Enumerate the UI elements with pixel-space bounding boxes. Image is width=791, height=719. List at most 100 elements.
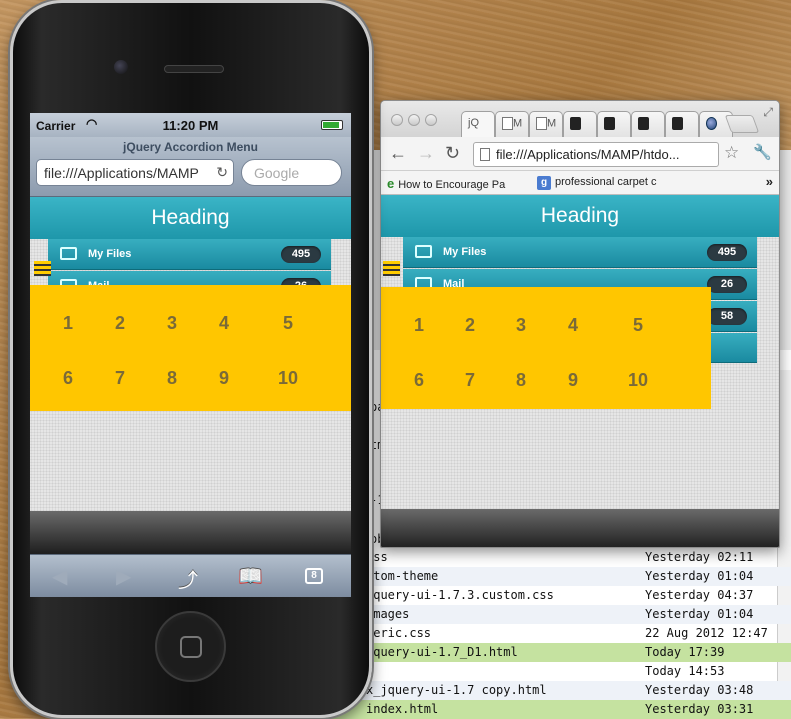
home-square-icon [180,636,202,658]
number-cell[interactable]: 9 [209,368,239,389]
number-cell[interactable]: 3 [157,313,187,334]
app-header: Heading [381,195,779,237]
bookmarks-book-icon[interactable]: 📖 [238,564,263,589]
number-cell[interactable]: 2 [105,313,135,334]
close-window-button[interactable] [391,114,403,126]
minimize-window-button[interactable] [408,114,420,126]
search-field[interactable]: Google [241,159,342,186]
google-icon: g [537,176,551,190]
pirate-favicon-icon [604,117,615,130]
back-arrow-icon[interactable]: ← [389,143,407,164]
browser-tab[interactable] [665,111,699,137]
number-cell[interactable]: 2 [455,315,485,336]
number-overlay: 1 2 3 4 5 6 7 8 9 10 [381,287,711,409]
finder-row[interactable]: images Yesterday 01:04 [300,605,791,624]
page-title: jQuery Accordion Menu [123,140,258,154]
number-cell[interactable]: 5 [273,313,303,334]
iphone-screen: Carrier ◠ 11:20 PM jQuery Accordion Menu… [30,113,351,597]
window-controls [391,113,442,131]
accordion-item-my-files[interactable]: My Files 495 [403,237,757,268]
wrench-menu-icon[interactable]: 🔧 [753,143,772,161]
reload-icon[interactable]: ↻ [445,143,460,164]
bookmark-item[interactable]: e How to Encourage Pa [387,176,505,191]
forward-arrow-icon[interactable]: → [417,143,435,164]
file-date: Yesterday 01:04 [645,607,754,621]
tab-strip: jQ M M ⤢ [381,101,779,137]
battery-icon [321,120,343,130]
app-footer [381,509,779,547]
bookmark-star-icon[interactable]: ☆ [724,143,739,163]
file-date: Yesterday 02:11 [645,550,754,564]
file-name: x_jquery-ui-1.7 copy.html [366,683,547,697]
number-cell[interactable]: 7 [455,370,485,391]
file-name: neric.css [366,626,432,640]
home-button[interactable] [155,611,226,682]
number-cell[interactable]: 3 [506,315,536,336]
clock: 11:20 PM [162,118,219,133]
bookmarks-overflow-button[interactable]: » [766,174,773,189]
address-bar[interactable]: file:///Applications/MAMP/htdo... [473,142,719,167]
back-arrow-icon[interactable]: ◀ [52,564,67,589]
browser-tab[interactable]: M [529,111,563,137]
app-header: Heading [30,197,351,239]
finder-row[interactable]: stom-theme Yesterday 01:04 [300,567,791,586]
finder-row[interactable]: neric.css 22 Aug 2012 12:47 [300,624,791,643]
number-cell[interactable]: 8 [157,368,187,389]
accordion-item-my-files[interactable]: My Files 495 [48,239,331,270]
zoom-window-button[interactable] [425,114,437,126]
tab-title: M [547,117,557,130]
pages-icon[interactable]: 8 [305,568,323,584]
browser-toolbar: ← → ↻ file:///Applications/MAMP/htdo... … [381,137,779,171]
file-date: Today 14:53 [645,664,725,678]
safari-address-area: jQuery Accordion Menu file:///Applicatio… [30,137,351,197]
share-icon[interactable]: ⤴ [178,564,198,593]
iphone-simulator: Carrier ◠ 11:20 PM jQuery Accordion Menu… [10,0,372,718]
number-cell[interactable]: 6 [53,368,83,389]
finder-row[interactable]: s Today 14:53 [300,662,791,681]
finder-row[interactable]: x_jquery-ui-1.7 copy.html Yesterday 03:4… [300,681,791,700]
browser-tab[interactable]: M [495,111,529,137]
file-date: Yesterday 04:37 [645,588,754,602]
number-cell[interactable]: 4 [558,315,588,336]
pirate-favicon-icon [672,117,683,130]
number-cell[interactable]: 10 [273,368,303,389]
page-doc-icon [480,148,490,161]
finder-row[interactable]: jquery-ui-1.7.3.custom.css Yesterday 04:… [300,586,791,605]
ie-icon: e [387,176,395,191]
finder-row[interactable]: jquery-ui-1.7_D1.html Today 17:39 [300,643,791,662]
fullscreen-icon[interactable]: ⤢ [763,105,773,120]
grid-menu-icon[interactable] [34,261,51,276]
grid-menu-icon[interactable] [383,261,400,276]
reload-icon[interactable]: ↻ [216,164,228,181]
file-name: jquery-ui-1.7_D1.html [366,645,518,659]
number-cell[interactable]: 5 [623,315,653,336]
finder-row[interactable]: css Yesterday 02:11 [300,548,791,567]
number-cell[interactable]: 8 [506,370,536,391]
browser-tab[interactable] [563,111,597,137]
browser-tab[interactable] [631,111,665,137]
count-badge: 26 [707,276,747,293]
finder-row[interactable]: index.html Yesterday 03:31 [300,700,791,719]
bookmark-label: professional carpet c [555,176,657,188]
number-cell[interactable]: 10 [623,370,653,391]
tab-title: jQ [468,117,479,129]
url-field[interactable]: file:///Applications/MAMP ↻ [36,159,234,186]
number-cell[interactable]: 4 [209,313,239,334]
new-tab-button[interactable] [724,115,760,133]
browser-tab[interactable]: jQ [461,111,495,137]
number-cell[interactable]: 7 [105,368,135,389]
number-cell[interactable]: 1 [53,313,83,334]
camera-icon [114,60,128,74]
bookmarks-bar: e How to Encourage Pa g professional carpe… [381,171,779,195]
tab-doc-icon [536,117,547,130]
bookmark-item[interactable]: g professional carpet c [537,176,657,190]
count-badge: 495 [281,246,321,263]
number-cell[interactable]: 9 [558,370,588,391]
browser-tab[interactable] [597,111,631,137]
number-cell[interactable]: 6 [404,370,434,391]
number-cell[interactable]: 1 [404,315,434,336]
count-badge: 495 [707,244,747,261]
forward-arrow-icon[interactable]: ▶ [116,564,131,589]
file-name: images [366,607,410,621]
file-name: stom-theme [366,569,439,583]
